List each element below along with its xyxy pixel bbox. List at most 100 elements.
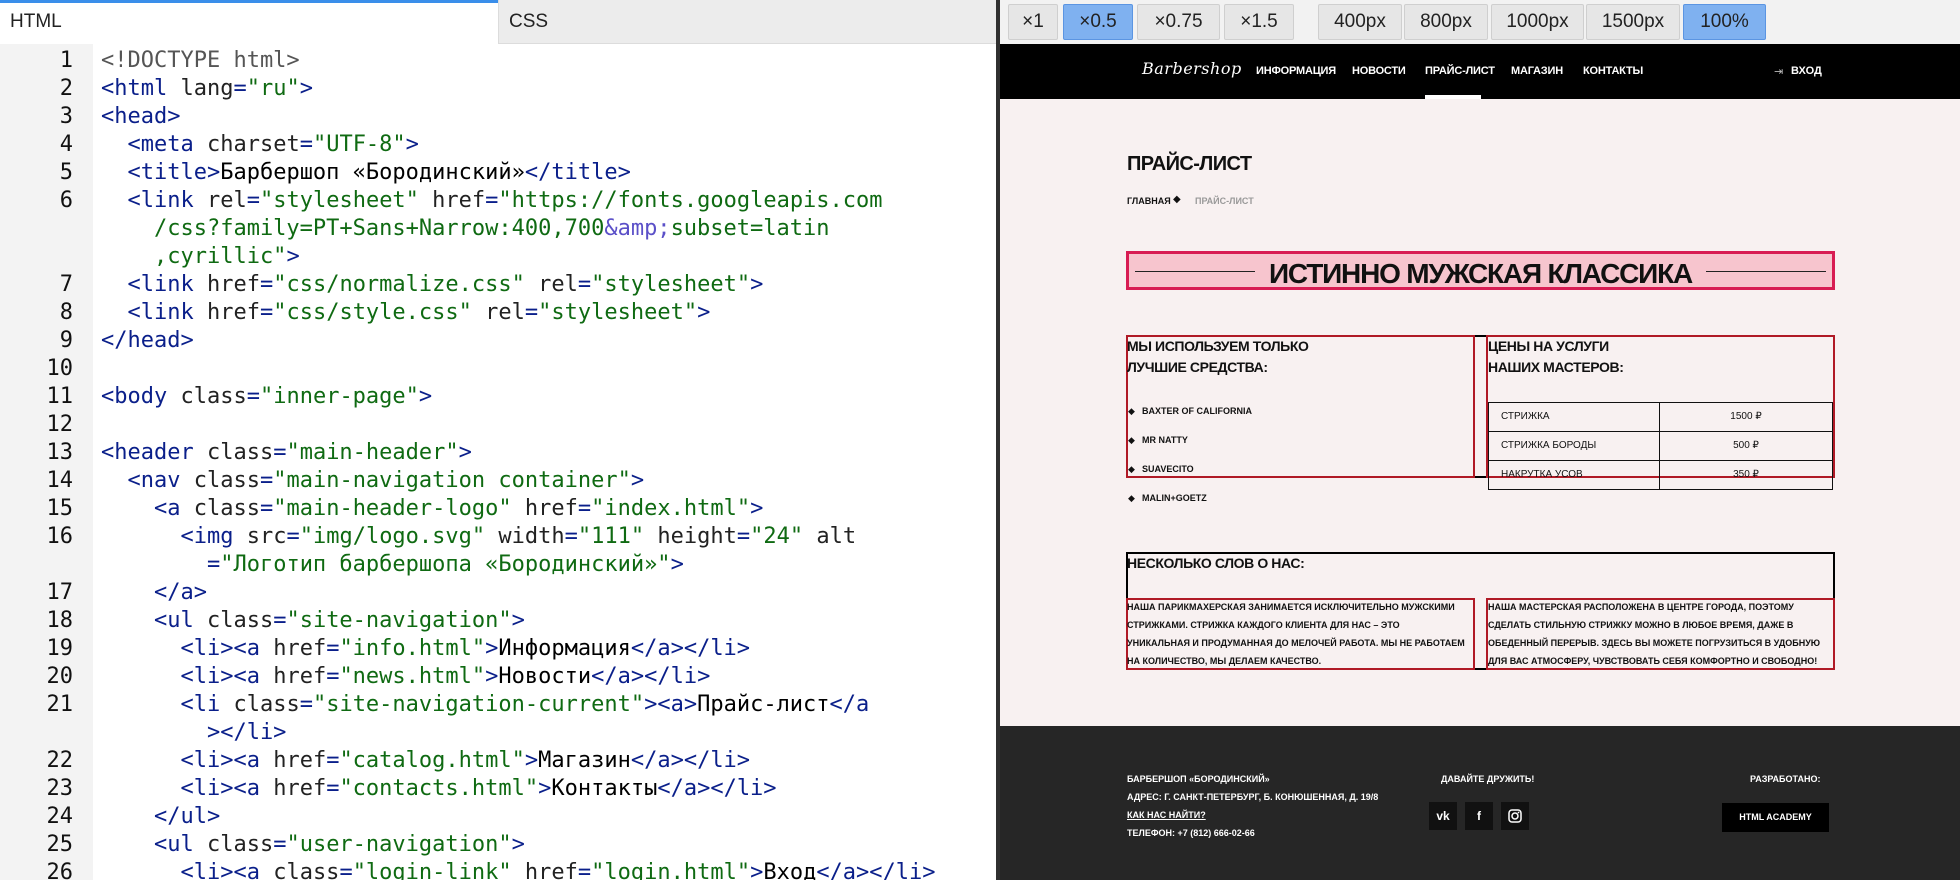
facebook-icon[interactable]: f xyxy=(1465,802,1493,830)
code-token: class xyxy=(206,608,274,633)
code-text: ="Логотип барбершопа «Бородинский»"> xyxy=(101,551,684,579)
scale-1-button[interactable]: ×1 xyxy=(1008,4,1058,40)
code-text: <a class="main-header-logo" href="index.… xyxy=(101,495,763,523)
code-token: "stylesheet" xyxy=(538,300,698,325)
code-line: 18 <ul class="site-navigation"> xyxy=(0,607,996,635)
code-area[interactable]: 1 <!DOCTYPE html> 2 <html lang="ru"> 3 <head>… xyxy=(0,44,996,880)
code-token: href xyxy=(273,664,327,689)
nav-item-info[interactable]: ИНФОРМАЦИЯ xyxy=(1256,65,1336,77)
code-token: </a></li> xyxy=(630,636,751,661)
code-token: "site-navigation-current" xyxy=(312,692,645,717)
line-number: 3 xyxy=(59,104,73,129)
width-400-button[interactable]: 400px xyxy=(1318,4,1402,40)
about-heading: НЕСКОЛЬКО СЛОВ О НАС: xyxy=(1127,555,1305,571)
code-token: Контакты xyxy=(551,776,658,801)
code-token: height xyxy=(644,524,737,549)
code-token: <head> xyxy=(101,104,181,129)
code-token: = xyxy=(577,860,592,880)
code-token: class xyxy=(233,692,300,717)
code-token: <link xyxy=(127,300,207,325)
nav-item-contacts[interactable]: КОНТАКТЫ xyxy=(1583,65,1643,77)
code-line: 10 xyxy=(0,355,996,383)
code-line: 20 <li><a href="news.html">Новости</a></… xyxy=(0,663,996,691)
banner: ИСТИННО МУЖСКАЯ КЛАССИКА xyxy=(1126,251,1835,290)
code-token: href xyxy=(418,188,486,213)
code-text: <ul class="site-navigation"> xyxy=(101,607,525,635)
line-number: 24 xyxy=(46,804,74,829)
code-token: "ru" xyxy=(246,76,300,101)
code-token: <html xyxy=(101,76,181,101)
code-token: "stylesheet" xyxy=(591,272,751,297)
footer-friends: ДАВАЙТЕ ДРУЖИТЬ! xyxy=(1441,774,1535,784)
code-line: 12 xyxy=(0,411,996,439)
code-token: "site-navigation" xyxy=(286,608,512,633)
code-text: <li><a href="contacts.html">Контакты</a>… xyxy=(101,775,776,803)
code-line: 7 <link href="css/normalize.css" rel="st… xyxy=(0,271,996,299)
code-token: </a></li> xyxy=(591,664,711,689)
about-left-line: НАША ПАРИКМАХЕРСКАЯ ЗАНИМАЕТСЯ ИСКЛЮЧИТЕ… xyxy=(1127,602,1455,612)
width-800-button[interactable]: 800px xyxy=(1404,4,1488,40)
footer-find-link[interactable]: КАК НАС НАЙТИ? xyxy=(1127,810,1206,820)
nav-item-shop[interactable]: МАГАЗИН xyxy=(1511,65,1563,77)
html-academy-button[interactable]: HTML ACADEMY xyxy=(1722,803,1829,832)
code-line: 9 </head> xyxy=(0,327,996,355)
line-number: 15 xyxy=(46,496,74,521)
code-token: "contacts.html" xyxy=(339,776,539,801)
width-1000-button[interactable]: 1000px xyxy=(1491,4,1584,40)
code-token: <li xyxy=(180,692,234,717)
tab-css[interactable]: CSS xyxy=(498,0,996,44)
code-token: "index.html" xyxy=(591,496,751,521)
code-editor: HTML CSS 1 <!DOCTYPE html> 2 <html lang="ru… xyxy=(0,0,996,880)
login-link[interactable]: ВХОД xyxy=(1791,65,1822,77)
tab-html[interactable]: HTML xyxy=(0,0,498,44)
code-token: = xyxy=(273,608,287,633)
line-number: 19 xyxy=(46,636,74,661)
code-token: alt xyxy=(803,524,857,549)
breadcrumb-home[interactable]: ГЛАВНАЯ xyxy=(1127,196,1171,206)
scale-0-75-button[interactable]: ×0.75 xyxy=(1137,4,1220,40)
instagram-icon[interactable] xyxy=(1501,802,1529,830)
site-logo[interactable]: Barbershop xyxy=(1142,59,1242,78)
code-line: 26 <li><a class="login-link" href="login… xyxy=(0,859,996,880)
about-right-line: НАША МАСТЕРСКАЯ РАСПОЛОЖЕНА В ЦЕНТРЕ ГОР… xyxy=(1488,602,1794,612)
code-token: = xyxy=(299,132,313,157)
breadcrumb-current: ПРАЙС-ЛИСТ xyxy=(1195,196,1254,206)
code-token: href xyxy=(206,272,260,297)
code-token: > xyxy=(418,384,433,409)
code-token: Прайс-лист xyxy=(697,692,830,717)
code-text: <!DOCTYPE html> xyxy=(101,47,300,75)
scale-1-5-button[interactable]: ×1.5 xyxy=(1224,4,1294,40)
code-token: > xyxy=(511,832,525,857)
line-number: 9 xyxy=(59,328,73,353)
width-1500-button[interactable]: 1500px xyxy=(1586,4,1680,40)
preview-pane: ×1 ×0.5 ×0.75 ×1.5 400px 800px 1000px 15… xyxy=(1000,0,1960,880)
code-line: 15 <a class="main-header-logo" href="ind… xyxy=(0,495,996,523)
code-token: "css/normalize.css" xyxy=(273,272,525,297)
vk-icon[interactable]: vk xyxy=(1429,802,1457,830)
width-100-percent-button[interactable]: 100% xyxy=(1683,4,1766,40)
code-line: 3 <head> xyxy=(0,103,996,131)
line-number: 20 xyxy=(46,664,74,689)
code-line: 8 <link href="css/style.css" rel="styles… xyxy=(0,299,996,327)
nav-item-news[interactable]: НОВОСТИ xyxy=(1352,65,1406,77)
scale-0-5-button[interactable]: ×0.5 xyxy=(1063,4,1133,40)
bullet-icon: ◆ xyxy=(1128,464,1135,474)
nav-current-indicator xyxy=(1425,95,1481,99)
code-token: <a> xyxy=(657,692,698,717)
price-value-cell: 350 ₽ xyxy=(1659,460,1833,490)
code-token: "user-navigation" xyxy=(286,832,512,857)
line-number: 25 xyxy=(46,832,74,857)
nav-item-price[interactable]: ПРАЙС-ЛИСТ xyxy=(1425,65,1495,77)
code-line: 21 <li class="site-navigation-current"><… xyxy=(0,691,996,719)
code-text: <title>Барбершоп «Бородинский»</title> xyxy=(101,159,631,187)
code-text: <li><a href="info.html">Информация</a></… xyxy=(101,635,750,663)
about-left-line: НА КОЛИЧЕСТВО, МЫ ДЕЛАЕМ КАЧЕСТВО. xyxy=(1127,656,1322,666)
code-token: > xyxy=(670,552,684,577)
